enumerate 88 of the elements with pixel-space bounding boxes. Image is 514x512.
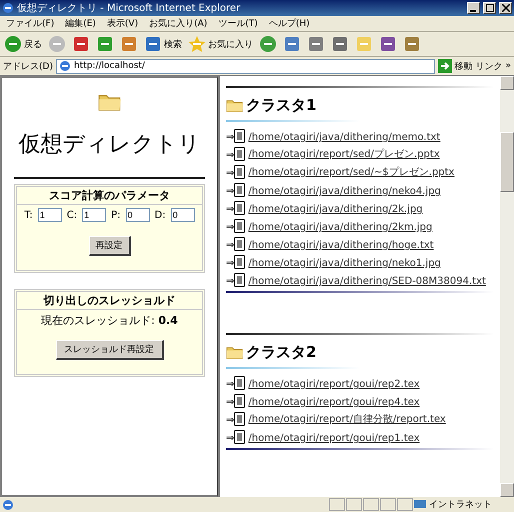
file-link[interactable]: /home/otagiri/report/goui/rep4.tex — [248, 397, 420, 408]
panel-heading: スコア計算のパラメータ — [16, 186, 203, 206]
menu-item[interactable]: ツール(T) — [218, 17, 258, 30]
arrow-text: ⇒ — [226, 276, 234, 287]
file-link[interactable]: /home/otagiri/java/dithering/2km.jpg — [248, 222, 432, 233]
input-field[interactable]: 0 — [170, 208, 195, 222]
reset-button[interactable]: 再設定 — [88, 236, 130, 256]
document-icon — [234, 412, 246, 426]
arrow-text: ⇒ — [226, 240, 234, 251]
document-icon — [234, 201, 246, 215]
toolbar-button[interactable]: 検索 — [144, 35, 182, 53]
arrow-text: ⇒ — [226, 258, 234, 269]
document-icon — [234, 165, 246, 179]
document-icon — [234, 147, 246, 161]
close-button[interactable] — [499, 2, 512, 14]
scrollbar[interactable] — [500, 76, 514, 497]
document-icon — [234, 376, 246, 390]
arrow-text: ⇒ — [226, 397, 234, 408]
arrow-text: ⇒ — [226, 222, 234, 233]
cluster-title: クラスタ2 — [246, 343, 316, 362]
document-icon — [234, 394, 246, 408]
folder-icon — [226, 345, 244, 360]
field-label: C: — [66, 210, 78, 221]
maximize-button[interactable] — [483, 2, 496, 14]
arrow-text: ⇒ — [226, 132, 234, 143]
menu-item[interactable]: 表示(V) — [106, 17, 138, 30]
go-icon — [438, 59, 452, 73]
arrow-text: ⇒ — [226, 150, 234, 161]
document-icon — [234, 255, 246, 269]
input-field[interactable]: 1 — [82, 208, 106, 222]
file-link[interactable]: /home/otagiri/report/sed/プレゼン.pptx — [248, 147, 440, 161]
file-link[interactable]: /home/otagiri/report/goui/rep1.tex — [248, 433, 420, 444]
menu-item[interactable]: 編集(E) — [65, 17, 96, 30]
window-title: 仮想ディレクトリ - Microsoft Internet Explorer — [17, 2, 242, 15]
field-label: D: — [154, 210, 166, 221]
threshold-text: 現在のスレッショルド: 0.4 — [41, 313, 178, 328]
cluster-title: クラスタ1 — [246, 96, 316, 115]
status-pane — [346, 498, 362, 511]
document-icon — [234, 219, 246, 233]
minimize-button[interactable] — [467, 2, 480, 14]
file-link[interactable]: /home/otagiri/java/dithering/memo.txt — [248, 132, 440, 143]
document-icon — [234, 129, 246, 143]
arrow-text: ⇒ — [226, 379, 234, 390]
input-field[interactable]: 0 — [126, 208, 150, 222]
page-title: 仮想ディレクトリ — [18, 131, 200, 160]
close-icon — [502, 4, 510, 12]
address-label: アドレス(D) — [3, 60, 53, 72]
field-label: T: — [24, 210, 33, 221]
file-link[interactable]: /home/otagiri/report/自律分散/report.tex — [248, 412, 446, 426]
menu-item[interactable]: お気に入り(A) — [149, 17, 208, 30]
file-link[interactable]: /home/otagiri/java/dithering/2k.jpg — [248, 204, 423, 215]
field-label: P: — [111, 210, 121, 221]
status-pane — [397, 498, 413, 511]
zone-label: イントラネット — [429, 499, 492, 511]
status-pane — [363, 498, 379, 511]
file-link[interactable]: /home/otagiri/java/dithering/hoge.txt — [248, 240, 434, 251]
document-icon — [234, 273, 246, 287]
document-icon — [234, 237, 246, 251]
menu-item[interactable]: ヘルプ(H) — [268, 17, 310, 30]
threshold-reset-button[interactable]: スレッショルド再設定 — [56, 340, 164, 360]
status-pane — [380, 498, 396, 511]
arrow-text: ⇒ — [226, 204, 234, 215]
address-field[interactable]: http://localhost/ — [56, 58, 436, 74]
favorites-icon — [188, 35, 206, 53]
file-link[interactable]: /home/otagiri/report/sed/~$プレゼン.pptx — [248, 165, 454, 179]
folder-icon — [98, 92, 122, 112]
network-icon — [414, 500, 426, 510]
document-icon — [234, 430, 246, 444]
file-link[interactable]: /home/otagiri/java/dithering/neko1.jpg — [248, 258, 441, 269]
menu-item[interactable]: ファイル(F) — [6, 17, 54, 30]
arrow-text: ⇒ — [226, 168, 234, 179]
folder-icon — [226, 98, 244, 113]
file-link[interactable]: /home/otagiri/java/dithering/SED-08M38094.txt — [248, 276, 486, 287]
more-button[interactable]: » — [505, 61, 511, 71]
document-icon — [234, 183, 246, 197]
file-link[interactable]: /home/otagiri/report/goui/rep2.tex — [248, 379, 420, 390]
maximize-icon — [486, 4, 494, 12]
status-pane — [329, 498, 345, 511]
arrow-text: ⇒ — [226, 186, 234, 197]
file-link[interactable]: /home/otagiri/java/dithering/neko4.jpg — [248, 186, 441, 197]
go-button[interactable]: 移動 — [438, 59, 472, 73]
toolbar-button[interactable]: 戻る — [4, 35, 42, 53]
arrow-text: ⇒ — [226, 433, 234, 444]
links-label[interactable]: リンク — [475, 60, 502, 72]
panel-heading: 切り出しのスレッショルド — [16, 291, 203, 310]
input-field[interactable]: 1 — [38, 208, 62, 222]
toolbar-button[interactable]: お気に入り — [188, 35, 253, 53]
arrow-text: ⇒ — [226, 415, 234, 426]
